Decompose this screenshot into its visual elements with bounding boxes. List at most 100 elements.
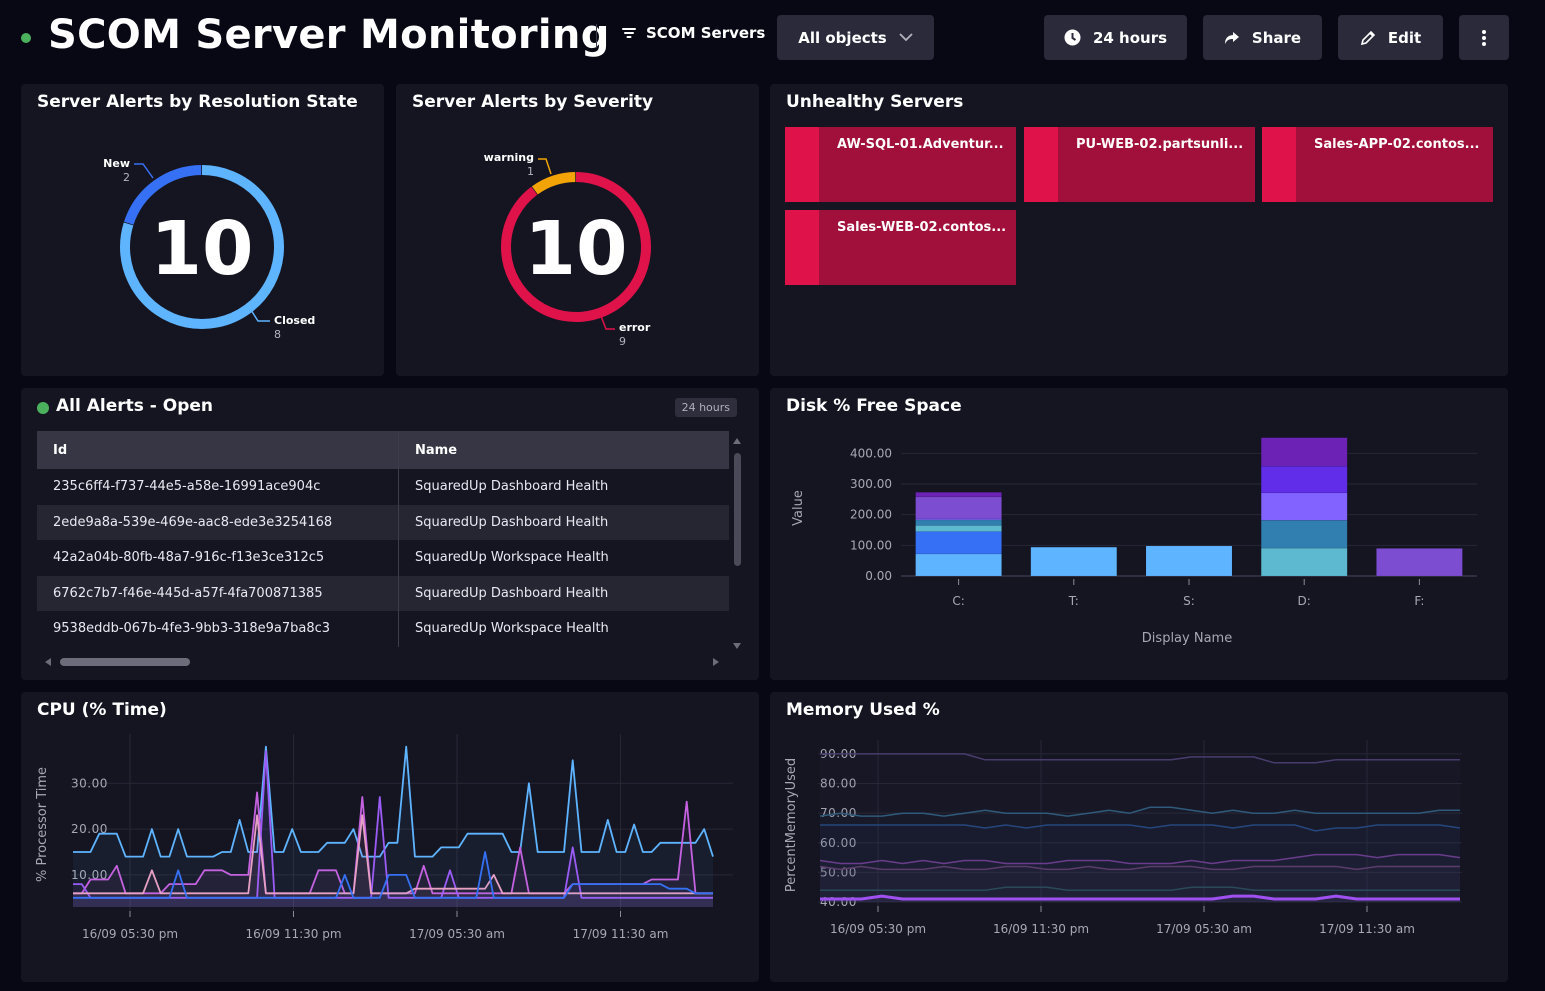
- donut-leader-line: [600, 315, 615, 330]
- x-tick-label: 16/09 11:30 pm: [993, 922, 1089, 936]
- share-button[interactable]: Share: [1203, 15, 1322, 60]
- horizontal-scrollbar[interactable]: [43, 656, 723, 668]
- disk-bar-chart: 0.00 100.00 200.00 300.00 400.00 C: T: S: D: F: Di…: [791, 437, 1477, 646]
- object-filter-value: All objects: [798, 28, 887, 47]
- x-tick-label: 16/09 05:30 pm: [830, 922, 926, 936]
- donut-label: Closed: [274, 314, 315, 327]
- table-row[interactable]: 42a2a04b-80fb-48a7-916c-f13e3ce312c5 Squ…: [37, 540, 729, 576]
- tile-title: Unhealthy Servers: [786, 92, 964, 112]
- bar-segment: [1030, 546, 1118, 577]
- cell-id: 6762c7b7-f46e-445d-a57f-4fa700871385: [37, 575, 399, 611]
- memory-line-chart: 16/09 05:30 pm 16/09 11:30 pm 17/09 05:30 …: [784, 740, 1462, 936]
- more-options-button[interactable]: [1459, 15, 1509, 60]
- x-tick-label: 16/09 11:30 pm: [245, 927, 341, 941]
- x-tick-label: 17/09 11:30 am: [573, 927, 669, 941]
- donut-value: 1: [527, 165, 534, 178]
- cell-id: 2ede9a8a-539e-469e-aac8-ede3e3254168: [37, 504, 399, 540]
- horizontal-scroll-thumb[interactable]: [60, 658, 190, 666]
- cell-name: SquaredUp Dashboard Health: [415, 479, 609, 495]
- header-divider: [596, 24, 597, 48]
- table-row[interactable]: 9538eddb-067b-4fe3-9bb3-318e9a7ba8c3 Squ…: [37, 611, 729, 647]
- column-header-name[interactable]: Name: [399, 431, 729, 469]
- donut-value: 2: [123, 171, 130, 184]
- table-row[interactable]: 6762c7b7-f46e-445d-a57f-4fa700871385 Squ…: [37, 575, 729, 611]
- table-header-row: Id Name: [37, 431, 729, 469]
- chevron-down-icon: [899, 33, 913, 42]
- x-tick-label: D:: [1298, 594, 1311, 608]
- series-line-server-1: [73, 745, 714, 858]
- bar-segment: [1260, 547, 1348, 577]
- donut-total: 10: [525, 206, 628, 292]
- donut-value: 9: [619, 335, 626, 348]
- more-vertical-icon: [1482, 29, 1486, 46]
- y-tick-label: 400.00: [850, 446, 892, 460]
- severity-donut-chart: 10 warning1 error9: [484, 151, 651, 348]
- server-block[interactable]: PU-WEB-02.partsunli...: [1024, 127, 1255, 202]
- x-axis-title: Display Name: [1142, 631, 1232, 646]
- scroll-left-arrow[interactable]: [45, 658, 51, 666]
- cell-id: 42a2a04b-80fb-48a7-916c-f13e3ce312c5: [37, 540, 399, 576]
- donut-label: warning: [484, 151, 534, 164]
- x-tick-label: T:: [1068, 594, 1079, 608]
- dashboard-status-dot: [21, 33, 31, 43]
- bar-segment: [915, 553, 1002, 577]
- vertical-scrollbar[interactable]: [732, 435, 742, 650]
- x-tick-label: F:: [1414, 594, 1424, 608]
- time-range-button[interactable]: 24 hours: [1044, 15, 1187, 60]
- y-axis-title: % Processor Time: [35, 767, 50, 882]
- bar-segment: [915, 525, 1002, 532]
- tile-resolution-state[interactable]: Server Alerts by Resolution State 10 New 2…: [21, 84, 384, 376]
- donut-label: New: [103, 157, 130, 170]
- filter-icon: [622, 27, 636, 39]
- tile-status-dot: [37, 402, 49, 414]
- tile-all-alerts[interactable]: All Alerts - Open 24 hours Id Name 235c6…: [21, 388, 759, 680]
- server-state-bar: [1262, 127, 1296, 202]
- scroll-right-arrow[interactable]: [713, 658, 719, 666]
- object-filter-select[interactable]: All objects: [777, 15, 934, 60]
- server-name: PU-WEB-02.partsunli...: [1076, 137, 1244, 152]
- server-state-bar: [785, 210, 819, 285]
- server-block[interactable]: Sales-APP-02.contos...: [1262, 127, 1493, 202]
- scope-filter[interactable]: SCOM Servers: [622, 24, 765, 42]
- bar-segment: [915, 492, 1002, 498]
- tile-unhealthy-servers[interactable]: Unhealthy Servers AW-SQL-01.Adventur... …: [770, 84, 1508, 376]
- scope-label: SCOM Servers: [646, 24, 766, 42]
- column-header-id[interactable]: Id: [37, 431, 399, 469]
- tile-disk-free-space[interactable]: Disk % Free Space 0.00 100.00 200.00 300.00…: [770, 388, 1508, 680]
- tile-severity[interactable]: Server Alerts by Severity 10 warning 1 erro…: [396, 84, 759, 376]
- scroll-down-arrow[interactable]: [733, 643, 741, 649]
- share-icon: [1224, 31, 1239, 44]
- tile-memory[interactable]: Memory Used % 16/09 05:30 pm 16/09 11:30 …: [770, 692, 1508, 982]
- table-row[interactable]: 235c6ff4-f737-44e5-a58e-16991ace904c Squ…: [37, 469, 729, 505]
- x-tick-label: 17/09 05:30 am: [1156, 922, 1252, 936]
- bar-segment: [1260, 437, 1348, 467]
- edit-label: Edit: [1387, 28, 1422, 47]
- alerts-table: Id Name 235c6ff4-f737-44e5-a58e-16991ace…: [37, 431, 729, 647]
- bar-segment: [1260, 465, 1348, 494]
- x-tick-label: 17/09 05:30 am: [409, 927, 505, 941]
- clock-icon: [1064, 29, 1081, 46]
- tile-title: All Alerts - Open: [56, 396, 214, 416]
- bar-segment: [1260, 519, 1348, 549]
- time-badge: 24 hours: [674, 398, 737, 417]
- donut-label: error: [619, 321, 651, 334]
- time-range-label: 24 hours: [1092, 28, 1168, 47]
- table-row[interactable]: 2ede9a8a-539e-469e-aac8-ede3e3254168 Squ…: [37, 504, 729, 540]
- tile-cpu[interactable]: CPU (% Time) 16/09 05:30 pm 16/09 11:30 p…: [21, 692, 759, 982]
- donut-value: 8: [274, 328, 281, 341]
- y-tick-label: 300.00: [850, 477, 892, 491]
- server-name: AW-SQL-01.Adventur...: [837, 137, 1004, 152]
- table-row-partial: [37, 646, 729, 647]
- pencil-icon: [1360, 30, 1375, 45]
- donut-total: 10: [151, 206, 254, 292]
- x-tick-label: 17/09 11:30 am: [1319, 922, 1415, 936]
- scroll-up-arrow[interactable]: [733, 438, 741, 444]
- share-label: Share: [1251, 28, 1302, 47]
- cell-id: 235c6ff4-f737-44e5-a58e-16991ace904c: [37, 469, 399, 505]
- vertical-scroll-thumb[interactable]: [734, 453, 741, 566]
- x-tick-label: S:: [1183, 594, 1195, 608]
- resolution-donut-chart: 10 New2 Closed8: [103, 157, 315, 341]
- edit-button[interactable]: Edit: [1338, 15, 1443, 60]
- server-block[interactable]: Sales-WEB-02.contos...: [785, 210, 1016, 285]
- server-block[interactable]: AW-SQL-01.Adventur...: [785, 127, 1016, 202]
